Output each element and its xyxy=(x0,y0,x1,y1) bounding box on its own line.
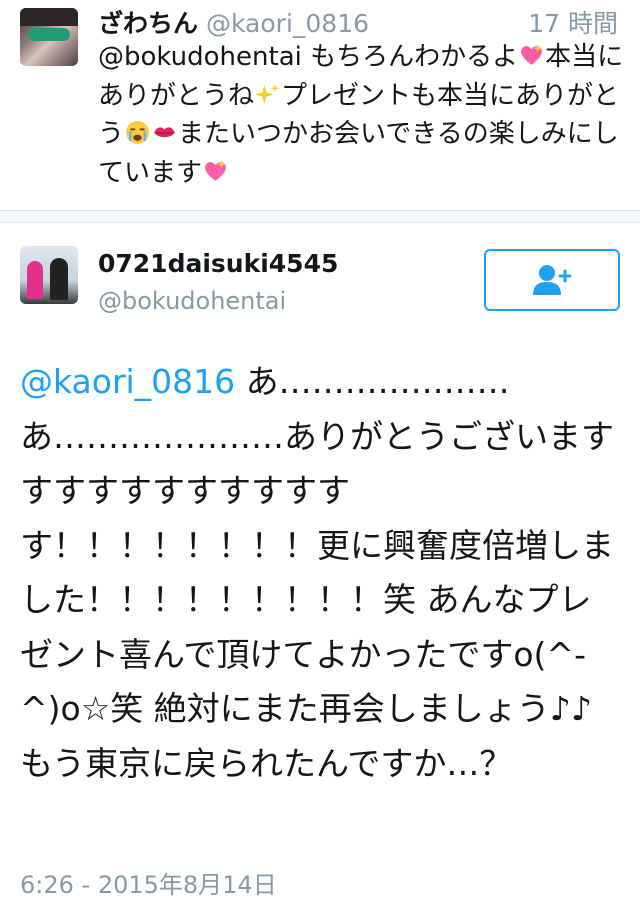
reply-text: @bokudohentai もちろんわかるよ 本当にありがとうね プレゼントも本当に… xyxy=(98,38,626,192)
reply-avatar[interactable] xyxy=(20,8,78,66)
sparkling-heart-emoji xyxy=(521,44,543,65)
reply-tweet[interactable]: ざわちん @kaori_0816 17 時間 @bokudohentai もちろん… xyxy=(0,0,640,211)
main-tweet: 0721daisuki4545 @bokudohentai @kaori_081… xyxy=(0,223,640,903)
avatar-hair xyxy=(20,8,78,26)
main-avatar[interactable] xyxy=(20,246,78,304)
tweet-timestamp[interactable]: 6:26 - 2015年8月14日 xyxy=(20,865,277,900)
reply-text-part: @bokudohentai もちろんわかるよ xyxy=(98,42,519,72)
sparkling-heart-emoji xyxy=(205,159,226,181)
avatar-glasses xyxy=(28,28,70,41)
main-display-name[interactable]: 0721daisuki4545 xyxy=(98,249,338,278)
reply-header: ざわちん @kaori_0816 17 時間 xyxy=(98,4,618,40)
reply-display-name[interactable]: ざわちん xyxy=(98,9,198,38)
avatar-figure-pink xyxy=(27,261,43,299)
tweet-mention-link[interactable]: @kaori_0816 xyxy=(20,362,235,401)
reply-handle[interactable]: @kaori_0816 xyxy=(206,9,369,38)
sparkles-emoji xyxy=(255,83,279,104)
reply-time[interactable]: 17 時間 xyxy=(528,4,618,40)
section-divider xyxy=(0,211,640,223)
tweet-body: あ…………………あ…………………ありがとうございますすすすすすすすすすすす！！！… xyxy=(20,362,614,783)
avatar-figure-dark xyxy=(50,258,68,300)
main-handle[interactable]: @bokudohentai xyxy=(98,287,286,315)
follow-button[interactable] xyxy=(484,249,620,311)
add-user-icon xyxy=(533,265,572,295)
kiss-mark-emoji xyxy=(154,127,175,138)
tweet-text: @kaori_0816 あ…………………あ…………………ありがとうございますすす… xyxy=(20,355,620,791)
crying-face-emoji xyxy=(126,121,149,144)
